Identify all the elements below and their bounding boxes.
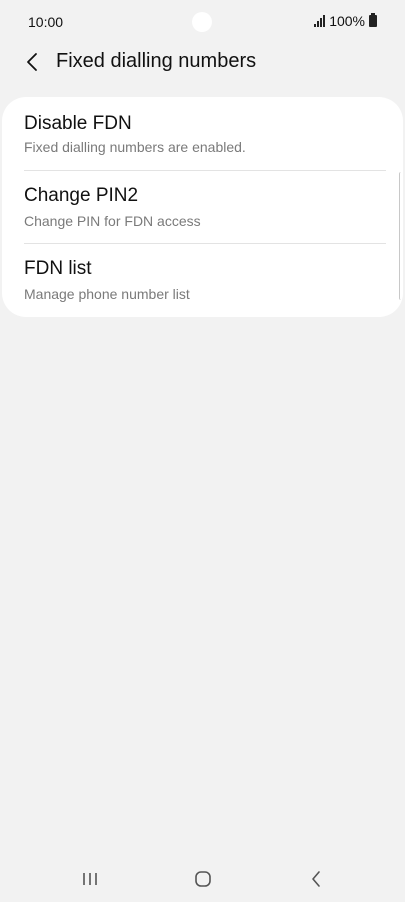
- status-bar: 10:00 100%: [0, 0, 405, 44]
- item-title: FDN list: [24, 258, 92, 279]
- chevron-left-icon: [27, 53, 37, 71]
- item-subtitle: Change PIN for FDN access: [24, 213, 201, 229]
- back-icon: [312, 871, 320, 887]
- recents-icon: [83, 873, 97, 885]
- settings-card: Disable FDN Fixed dialling numbers are e…: [2, 97, 403, 317]
- front-camera: [192, 12, 212, 32]
- battery-icon: [369, 13, 377, 27]
- page-title: Fixed dialling numbers: [56, 50, 257, 72]
- status-time: 10:00: [28, 14, 64, 30]
- scroll-indicator: [399, 172, 403, 300]
- navigation-bar: [0, 854, 405, 902]
- battery-percentage: 100%: [329, 13, 365, 29]
- home-icon: [195, 871, 211, 887]
- item-title: Change PIN2: [24, 185, 139, 206]
- item-subtitle: Fixed dialling numbers are enabled.: [24, 139, 246, 155]
- nav-back-button[interactable]: [296, 864, 336, 894]
- recents-button[interactable]: [70, 864, 110, 894]
- disable-fdn-item[interactable]: Disable FDN Fixed dialling numbers are e…: [2, 97, 403, 170]
- app-header: Fixed dialling numbers: [0, 42, 405, 82]
- signal-icon: [314, 15, 326, 27]
- status-indicators: 100%: [314, 13, 377, 29]
- change-pin2-item[interactable]: Change PIN2 Change PIN for FDN access: [2, 171, 403, 244]
- home-button[interactable]: [183, 864, 223, 894]
- fdn-list-item[interactable]: FDN list Manage phone number list: [2, 244, 403, 317]
- back-button[interactable]: [18, 48, 46, 76]
- item-title: Disable FDN: [24, 113, 132, 134]
- item-subtitle: Manage phone number list: [24, 286, 190, 302]
